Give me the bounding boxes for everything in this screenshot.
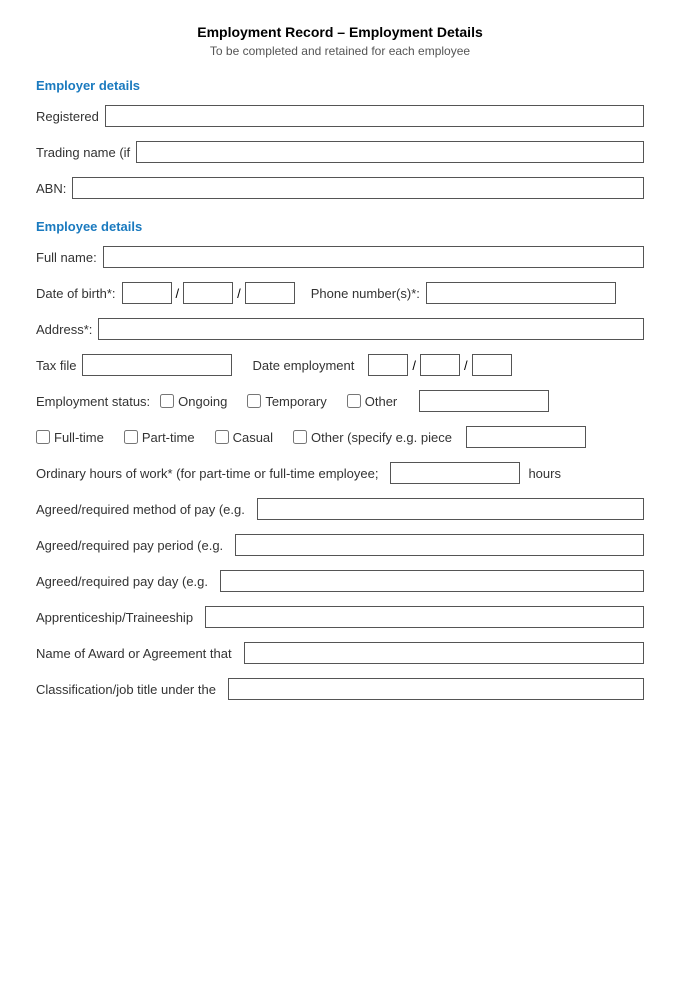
award-label: Name of Award or Agreement that xyxy=(36,646,232,661)
pay-method-input[interactable] xyxy=(257,498,644,520)
date-employment-slash1: / xyxy=(412,358,416,373)
other-type-checkbox[interactable] xyxy=(293,430,307,444)
other-type-label: Other (specify e.g. piece xyxy=(311,430,452,445)
ordinary-hours-input[interactable] xyxy=(390,462,520,484)
casual-label: Casual xyxy=(233,430,273,445)
apprenticeship-input[interactable] xyxy=(205,606,644,628)
page-container: Employment Record – Employment Details T… xyxy=(0,0,680,988)
parttime-checkbox-group: Part-time xyxy=(124,430,201,445)
temporary-checkbox[interactable] xyxy=(247,394,261,408)
registered-label: Registered xyxy=(36,109,99,124)
fulltime-label: Full-time xyxy=(54,430,104,445)
ongoing-checkbox-group: Ongoing xyxy=(160,394,233,409)
apprenticeship-row: Apprenticeship/Traineeship xyxy=(36,606,644,628)
abn-input[interactable] xyxy=(72,177,644,199)
dob-day-input[interactable] xyxy=(122,282,172,304)
abn-label: ABN: xyxy=(36,181,66,196)
tax-date-row: Tax file Date employment / / xyxy=(36,354,644,376)
address-label: Address*: xyxy=(36,322,92,337)
registered-row: Registered xyxy=(36,105,644,127)
hours-container: hours xyxy=(390,462,561,484)
dob-slash1: / xyxy=(176,286,180,301)
employer-section-heading: Employer details xyxy=(36,78,644,93)
date-employment-year-input[interactable] xyxy=(472,354,512,376)
ongoing-label: Ongoing xyxy=(178,394,227,409)
pay-day-input[interactable] xyxy=(220,570,644,592)
ongoing-checkbox[interactable] xyxy=(160,394,174,408)
award-row: Name of Award or Agreement that xyxy=(36,642,644,664)
parttime-checkbox[interactable] xyxy=(124,430,138,444)
pay-period-row: Agreed/required pay period (e.g. xyxy=(36,534,644,556)
address-input[interactable] xyxy=(98,318,644,340)
other-type-checkbox-group: Other (specify e.g. piece xyxy=(293,430,458,445)
dob-label: Date of birth*: xyxy=(36,286,116,301)
classification-row: Classification/job title under the xyxy=(36,678,644,700)
pay-period-input[interactable] xyxy=(235,534,644,556)
other-status-label: Other xyxy=(365,394,398,409)
other-status-input[interactable] xyxy=(419,390,549,412)
temporary-checkbox-group: Temporary xyxy=(247,394,332,409)
phone-label: Phone number(s)*: xyxy=(311,286,420,301)
page-title: Employment Record – Employment Details xyxy=(36,24,644,40)
casual-checkbox-group: Casual xyxy=(215,430,279,445)
parttime-label: Part-time xyxy=(142,430,195,445)
work-type-row: Full-time Part-time Casual Other (specif… xyxy=(36,426,644,448)
classification-input[interactable] xyxy=(228,678,644,700)
date-employment-label: Date employment xyxy=(252,358,354,373)
full-name-row: Full name: xyxy=(36,246,644,268)
page-subtitle: To be completed and retained for each em… xyxy=(36,44,644,58)
employee-section-heading: Employee details xyxy=(36,219,644,234)
other-status-checkbox-group: Other xyxy=(347,394,404,409)
award-input[interactable] xyxy=(244,642,644,664)
abn-row: ABN: xyxy=(36,177,644,199)
other-status-checkbox[interactable] xyxy=(347,394,361,408)
ordinary-hours-label: Ordinary hours of work* (for part-time o… xyxy=(36,466,378,481)
pay-day-label: Agreed/required pay day (e.g. xyxy=(36,574,208,589)
dob-phone-row: Date of birth*: / / Phone number(s)*: xyxy=(36,282,644,304)
dob-slash2: / xyxy=(237,286,241,301)
dob-month-input[interactable] xyxy=(183,282,233,304)
dob-year-input[interactable] xyxy=(245,282,295,304)
date-employment-slash2: / xyxy=(464,358,468,373)
fulltime-checkbox-group: Full-time xyxy=(36,430,110,445)
trading-name-row: Trading name (if xyxy=(36,141,644,163)
employment-status-row: Employment status: Ongoing Temporary Oth… xyxy=(36,390,644,412)
pay-method-label: Agreed/required method of pay (e.g. xyxy=(36,502,245,517)
phone-input[interactable] xyxy=(426,282,616,304)
date-employment-day-input[interactable] xyxy=(368,354,408,376)
full-name-input[interactable] xyxy=(103,246,644,268)
tax-file-label: Tax file xyxy=(36,358,76,373)
fulltime-checkbox[interactable] xyxy=(36,430,50,444)
trading-name-label: Trading name (if xyxy=(36,145,130,160)
temporary-label: Temporary xyxy=(265,394,326,409)
pay-period-label: Agreed/required pay period (e.g. xyxy=(36,538,223,553)
ordinary-hours-row: Ordinary hours of work* (for part-time o… xyxy=(36,462,644,484)
employment-status-label: Employment status: xyxy=(36,394,150,409)
date-employment-month-input[interactable] xyxy=(420,354,460,376)
trading-name-input[interactable] xyxy=(136,141,644,163)
pay-method-row: Agreed/required method of pay (e.g. xyxy=(36,498,644,520)
hours-suffix-label: hours xyxy=(528,466,561,481)
tax-file-input[interactable] xyxy=(82,354,232,376)
pay-day-row: Agreed/required pay day (e.g. xyxy=(36,570,644,592)
apprenticeship-label: Apprenticeship/Traineeship xyxy=(36,610,193,625)
full-name-label: Full name: xyxy=(36,250,97,265)
classification-label: Classification/job title under the xyxy=(36,682,216,697)
registered-input[interactable] xyxy=(105,105,644,127)
casual-checkbox[interactable] xyxy=(215,430,229,444)
other-type-input[interactable] xyxy=(466,426,586,448)
address-row: Address*: xyxy=(36,318,644,340)
